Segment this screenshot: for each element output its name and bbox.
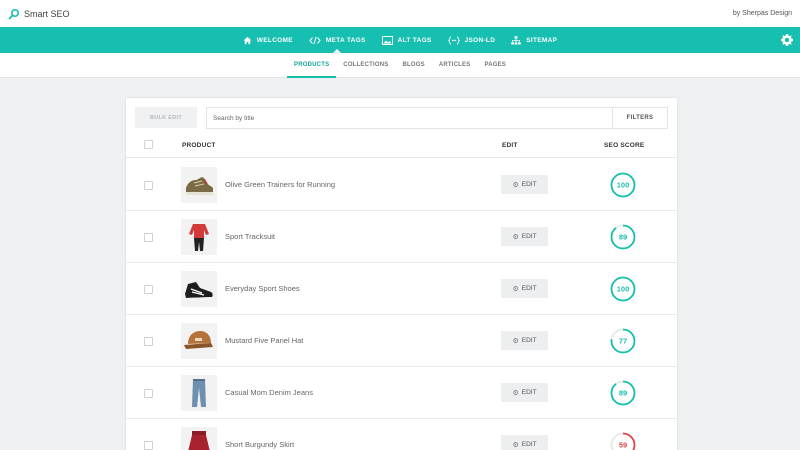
- table-row[interactable]: Olive Green Trainers for Running ⚙ EDIT 100: [126, 159, 677, 211]
- seo-score-ring: 59: [610, 432, 636, 450]
- product-name[interactable]: Sport Tracksuit: [225, 232, 275, 241]
- row-checkbox[interactable]: [144, 233, 153, 242]
- app-name: Smart SEO: [24, 9, 70, 19]
- edit-button[interactable]: ⚙ EDIT: [501, 227, 548, 246]
- gear-icon: ⚙: [512, 441, 518, 449]
- smart-seo-logo-icon: [8, 8, 20, 20]
- product-name[interactable]: Short Burgundy Skirt: [225, 440, 294, 449]
- json-icon: [448, 36, 460, 45]
- table-row[interactable]: Mustard Five Panel Hat ⚙ EDIT 77: [126, 315, 677, 367]
- product-name[interactable]: Olive Green Trainers for Running: [225, 180, 335, 189]
- row-checkbox[interactable]: [144, 181, 153, 190]
- gear-icon: ⚙: [512, 285, 518, 293]
- search-input[interactable]: [206, 107, 612, 129]
- edit-button[interactable]: ⚙ EDIT: [501, 435, 548, 450]
- select-all-checkbox[interactable]: [144, 140, 153, 149]
- gear-icon: ⚙: [512, 389, 518, 397]
- seo-score-ring: 100: [610, 172, 636, 198]
- nav-label: JSON-LD: [465, 37, 496, 44]
- gear-icon: ⚙: [512, 233, 518, 241]
- row-checkbox[interactable]: [144, 337, 153, 346]
- nav-label: SITEMAP: [526, 37, 557, 44]
- seo-score-value: 59: [619, 441, 627, 450]
- product-thumbnail: [181, 427, 217, 450]
- seo-score-value: 100: [617, 181, 630, 190]
- toolbar: BULK EDIT FILTERS: [135, 107, 668, 129]
- sub-nav: PRODUCTS COLLECTIONS BLOGS ARTICLES PAGE…: [0, 53, 800, 78]
- edit-button[interactable]: ⚙ EDIT: [501, 383, 548, 402]
- tab-pages[interactable]: PAGES: [477, 53, 513, 78]
- seo-score-ring: 77: [610, 328, 636, 354]
- edit-label: EDIT: [522, 441, 537, 448]
- column-header-edit: EDIT: [502, 142, 518, 149]
- product-thumbnail: [181, 167, 217, 203]
- byline: by Sherpas Design: [733, 10, 792, 17]
- gear-icon: ⚙: [512, 181, 518, 189]
- edit-button[interactable]: ⚙ EDIT: [501, 175, 548, 194]
- edit-label: EDIT: [522, 337, 537, 344]
- tab-collections[interactable]: COLLECTIONS: [336, 53, 395, 78]
- table-header: PRODUCT EDIT SEO SCORE: [126, 135, 677, 158]
- product-thumbnail: [181, 323, 217, 359]
- seo-score-value: 89: [619, 389, 627, 398]
- seo-score-ring: 89: [610, 224, 636, 250]
- settings-gear-icon[interactable]: [780, 33, 794, 47]
- gear-icon: ⚙: [512, 337, 518, 345]
- edit-label: EDIT: [522, 389, 537, 396]
- tab-products[interactable]: PRODUCTS: [287, 53, 336, 78]
- row-checkbox[interactable]: [144, 441, 153, 450]
- home-icon: [243, 36, 252, 45]
- edit-label: EDIT: [522, 233, 537, 240]
- column-header-product: PRODUCT: [182, 142, 216, 149]
- table-row[interactable]: Short Burgundy Skirt ⚙ EDIT 59: [126, 419, 677, 450]
- nav-label: WELCOME: [257, 37, 293, 44]
- bulk-edit-button[interactable]: BULK EDIT: [135, 107, 197, 128]
- product-thumbnail: [181, 375, 217, 411]
- brand: Smart SEO: [8, 8, 70, 20]
- edit-button[interactable]: ⚙ EDIT: [501, 331, 548, 350]
- tab-articles[interactable]: ARTICLES: [432, 53, 478, 78]
- sitemap-icon: [511, 36, 521, 45]
- top-bar: Smart SEO by Sherpas Design: [0, 0, 800, 27]
- nav-item-json-ld[interactable]: JSON-LD: [440, 27, 504, 53]
- seo-score-ring: 100: [610, 276, 636, 302]
- main-nav: WELCOME META TAGS ALT TAGS JSON-LD SITEM…: [0, 27, 800, 53]
- row-checkbox[interactable]: [144, 285, 153, 294]
- image-icon: [382, 36, 393, 45]
- products-card: BULK EDIT FILTERS PRODUCT EDIT SEO SCORE…: [126, 98, 677, 450]
- table-row[interactable]: Casual Mom Denim Jeans ⚙ EDIT 89: [126, 367, 677, 419]
- seo-score-value: 100: [617, 285, 630, 294]
- table-row[interactable]: Sport Tracksuit ⚙ EDIT 89: [126, 211, 677, 263]
- table-row[interactable]: Everyday Sport Shoes ⚙ EDIT 100: [126, 263, 677, 315]
- nav-item-meta-tags[interactable]: META TAGS: [301, 27, 374, 53]
- seo-score-value: 77: [619, 337, 627, 346]
- code-icon: [309, 36, 321, 45]
- edit-button[interactable]: ⚙ EDIT: [501, 279, 548, 298]
- nav-item-welcome[interactable]: WELCOME: [235, 27, 301, 53]
- nav-item-sitemap[interactable]: SITEMAP: [503, 27, 565, 53]
- product-thumbnail: [181, 271, 217, 307]
- tab-blogs[interactable]: BLOGS: [395, 53, 431, 78]
- seo-score-ring: 89: [610, 380, 636, 406]
- filters-button[interactable]: FILTERS: [612, 107, 668, 129]
- product-name[interactable]: Casual Mom Denim Jeans: [225, 388, 313, 397]
- nav-label: ALT TAGS: [398, 37, 432, 44]
- nav-label: META TAGS: [326, 37, 366, 44]
- column-header-seo-score: SEO SCORE: [604, 142, 644, 149]
- product-name[interactable]: Everyday Sport Shoes: [225, 284, 300, 293]
- row-checkbox[interactable]: [144, 389, 153, 398]
- nav-item-alt-tags[interactable]: ALT TAGS: [374, 27, 440, 53]
- seo-score-value: 89: [619, 233, 627, 242]
- product-thumbnail: [181, 219, 217, 255]
- product-name[interactable]: Mustard Five Panel Hat: [225, 336, 303, 345]
- edit-label: EDIT: [522, 285, 537, 292]
- edit-label: EDIT: [522, 181, 537, 188]
